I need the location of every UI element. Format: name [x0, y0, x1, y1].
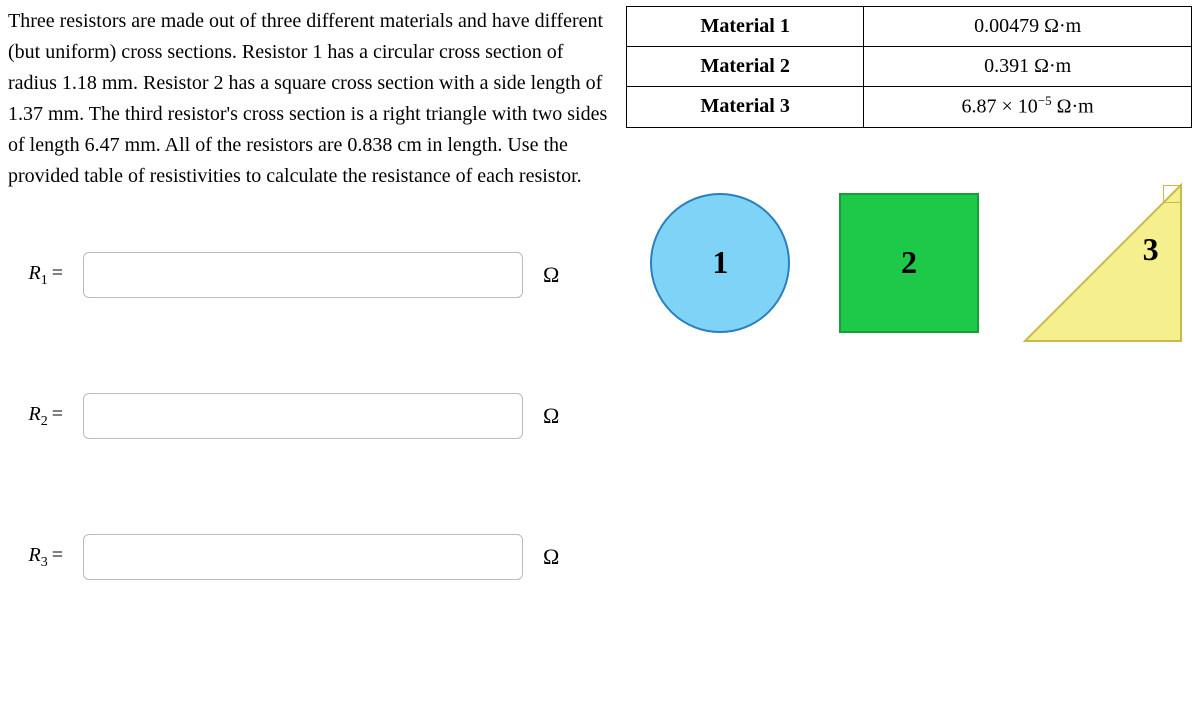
material-value-1: 0.00479 Ω·m	[864, 7, 1192, 47]
answer-row-1: R1 = Ω	[8, 252, 608, 298]
answer-label-2: R2 =	[8, 399, 63, 433]
material-name-1: Material 1	[627, 7, 864, 47]
answer-row-2: R2 = Ω	[8, 393, 608, 439]
var-r: R	[29, 544, 41, 566]
circle-label: 1	[712, 238, 728, 288]
sub-3: 3	[41, 555, 48, 570]
square-shape: 2	[839, 193, 979, 333]
unit-3: Ω	[543, 540, 559, 574]
shapes-row: 1 2 3	[626, 183, 1192, 343]
left-column: Three resistors are made out of three di…	[8, 6, 608, 580]
equals-3: =	[52, 544, 63, 566]
equals-2: =	[52, 403, 63, 425]
square-label: 2	[901, 238, 917, 288]
resistivity-table: Material 1 0.00479 Ω·m Material 2 0.391 …	[626, 6, 1192, 128]
unit-1: Ω	[543, 258, 559, 292]
material-value-2: 0.391 Ω·m	[864, 47, 1192, 87]
problem-text: Three resistors are made out of three di…	[8, 6, 608, 192]
triangle-label: 3	[1143, 225, 1159, 275]
circle-shape: 1	[650, 193, 790, 333]
var-r: R	[29, 403, 41, 425]
material-name-2: Material 2	[627, 47, 864, 87]
table-row: Material 1 0.00479 Ω·m	[627, 7, 1192, 47]
shape-square-holder: 2	[815, 183, 1004, 343]
material-value-3: 6.87 × 10−5 Ω·m	[864, 87, 1192, 128]
equals-1: =	[52, 262, 63, 284]
sub-2: 2	[41, 414, 48, 429]
right-angle-mark	[1163, 185, 1181, 203]
triangle-shape: 3	[1013, 183, 1183, 343]
right-column: Material 1 0.00479 Ω·m Material 2 0.391 …	[626, 6, 1192, 580]
table-row: Material 2 0.391 Ω·m	[627, 47, 1192, 87]
answer-input-r1[interactable]	[83, 252, 523, 298]
table-row: Material 3 6.87 × 10−5 Ω·m	[627, 87, 1192, 128]
var-r: R	[29, 262, 41, 284]
main-container: Three resistors are made out of three di…	[8, 6, 1192, 580]
answer-label-3: R3 =	[8, 540, 63, 574]
answer-label-1: R1 =	[8, 258, 63, 292]
shape-circle-holder: 1	[626, 183, 815, 343]
unit-2: Ω	[543, 399, 559, 433]
answer-section: R1= Ω R2= Ω R3= Ω	[8, 252, 608, 580]
material-name-3: Material 3	[627, 87, 864, 128]
shape-triangle-holder: 3	[1003, 183, 1192, 343]
answer-row-3: R3 = Ω	[8, 534, 608, 580]
sub-1: 1	[41, 273, 48, 288]
answer-input-r3[interactable]	[83, 534, 523, 580]
answer-input-r2[interactable]	[83, 393, 523, 439]
